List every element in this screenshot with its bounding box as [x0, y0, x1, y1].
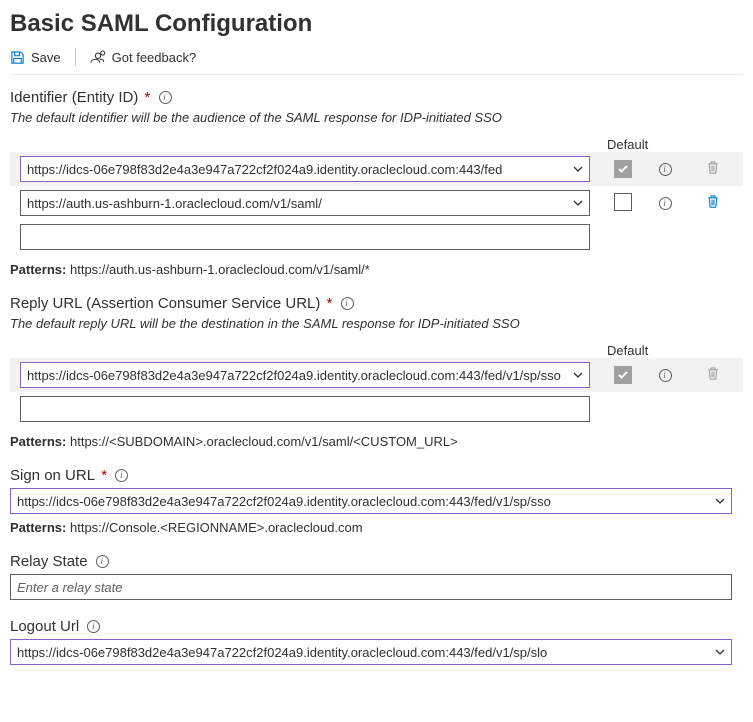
identifier-label: Identifier (Entity ID) * i [10, 89, 743, 106]
info-icon[interactable]: i [659, 197, 672, 210]
identifier-row: i [10, 152, 743, 186]
identifier-field-0[interactable] [20, 156, 590, 182]
signon-patterns: Patterns: https://Console.<REGIONNAME>.o… [10, 520, 743, 535]
save-icon [10, 50, 25, 65]
relay-label: Relay State i [10, 553, 743, 570]
delete-icon[interactable] [706, 194, 720, 209]
required-star: * [322, 295, 332, 312]
info-icon[interactable]: i [159, 91, 172, 104]
default-checkbox-0 [614, 366, 632, 384]
identifier-row-blank [10, 220, 743, 254]
identifier-label-text: Identifier (Entity ID) [10, 89, 138, 106]
info-icon[interactable]: i [659, 369, 672, 382]
logout-field[interactable] [10, 639, 732, 665]
reply-table: Default i [10, 343, 743, 426]
feedback-label: Got feedback? [112, 50, 197, 65]
required-star: * [140, 89, 150, 106]
identifier-row: i [10, 186, 743, 220]
reply-patterns: Patterns: https://<SUBDOMAIN>.oracleclou… [10, 434, 743, 449]
logout-label: Logout Url i [10, 618, 743, 635]
identifier-input-blank[interactable] [20, 224, 590, 250]
reply-row-blank [10, 392, 743, 426]
feedback-icon [90, 50, 106, 65]
page-title: Basic SAML Configuration [10, 10, 743, 38]
info-icon[interactable]: i [96, 555, 109, 568]
info-icon[interactable]: i [659, 163, 672, 176]
reply-label-text: Reply URL (Assertion Consumer Service UR… [10, 295, 320, 312]
info-icon[interactable]: i [115, 469, 128, 482]
identifier-desc: The default identifier will be the audie… [10, 110, 743, 125]
save-button[interactable]: Save [10, 50, 61, 65]
default-column-header: Default [603, 137, 643, 152]
logout-label-text: Logout Url [10, 618, 79, 635]
identifier-table: Default i [10, 137, 743, 254]
signon-label-text: Sign on URL [10, 467, 95, 484]
delete-icon [706, 366, 720, 381]
toolbar: Save Got feedback? [10, 44, 743, 75]
reply-input-0[interactable] [20, 362, 590, 388]
reply-label: Reply URL (Assertion Consumer Service UR… [10, 295, 743, 312]
signon-label: Sign on URL * i [10, 467, 743, 484]
default-checkbox-0 [614, 160, 632, 178]
reply-desc: The default reply URL will be the destin… [10, 316, 743, 331]
reply-field-0[interactable] [20, 362, 590, 388]
patterns-label: Patterns: [10, 520, 66, 535]
patterns-label: Patterns: [10, 434, 66, 449]
default-column-header: Default [603, 343, 643, 358]
identifier-input-0[interactable] [20, 156, 590, 182]
patterns-label: Patterns: [10, 262, 66, 277]
toolbar-separator [75, 48, 76, 66]
info-icon[interactable]: i [341, 297, 354, 310]
info-icon[interactable]: i [87, 620, 100, 633]
identifier-field-blank[interactable] [20, 224, 590, 250]
logout-input[interactable] [10, 639, 732, 665]
relay-label-text: Relay State [10, 553, 88, 570]
signon-field[interactable] [10, 488, 732, 514]
required-star: * [97, 467, 107, 484]
patterns-value: https://auth.us-ashburn-1.oraclecloud.co… [70, 262, 370, 277]
save-label: Save [31, 50, 61, 65]
signon-input[interactable] [10, 488, 732, 514]
patterns-value: https://<SUBDOMAIN>.oraclecloud.com/v1/s… [70, 434, 458, 449]
reply-field-blank[interactable] [20, 396, 590, 422]
reply-row: i [10, 358, 743, 392]
feedback-button[interactable]: Got feedback? [90, 50, 197, 65]
delete-icon [706, 160, 720, 175]
default-checkbox-1[interactable] [614, 193, 632, 211]
identifier-field-1[interactable] [20, 190, 590, 216]
reply-input-blank[interactable] [20, 396, 590, 422]
relay-field[interactable] [10, 574, 732, 600]
identifier-input-1[interactable] [20, 190, 590, 216]
identifier-patterns: Patterns: https://auth.us-ashburn-1.orac… [10, 262, 743, 277]
patterns-value: https://Console.<REGIONNAME>.oraclecloud… [70, 520, 363, 535]
